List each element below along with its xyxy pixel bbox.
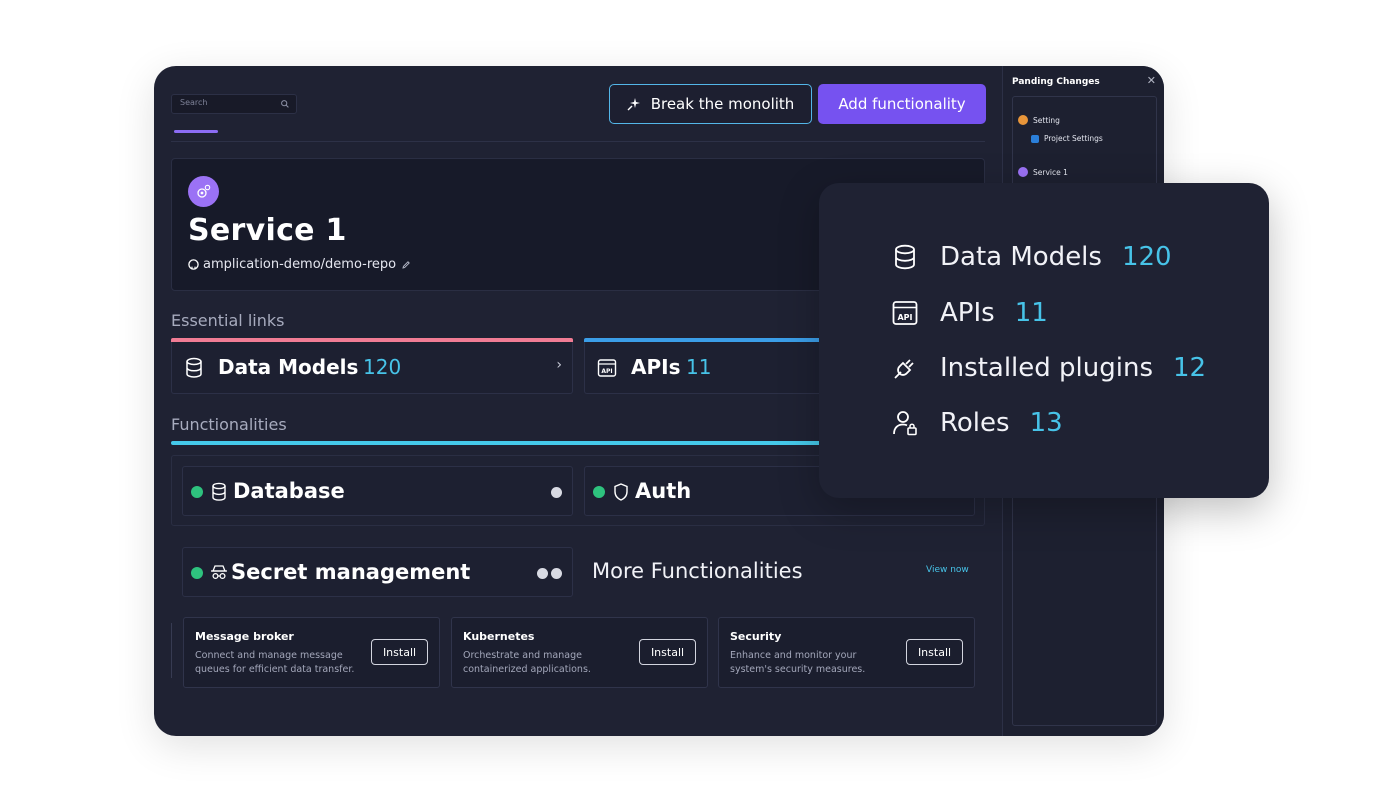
status-dot xyxy=(593,486,605,498)
data-models-count: 120 xyxy=(1121,242,1172,272)
auth-label: Auth xyxy=(635,479,692,503)
plugin-description: Enhance and monitor your system's securi… xyxy=(730,650,866,675)
plugin-title: Security xyxy=(730,630,782,643)
overlay-label: Data Models 120 xyxy=(940,242,1172,272)
pending-item-setting[interactable]: Setting xyxy=(1018,115,1060,125)
service-title: Service 1 xyxy=(188,213,347,248)
status-dot xyxy=(191,567,203,579)
data-models-bar xyxy=(171,338,573,342)
api-icon: API xyxy=(597,359,617,377)
install-button[interactable]: Install xyxy=(906,639,963,665)
search-icon xyxy=(281,100,289,108)
active-tab-indicator xyxy=(174,130,218,133)
spy-icon xyxy=(211,565,227,580)
edit-icon[interactable] xyxy=(400,259,412,271)
overlay-label: Roles 13 xyxy=(940,408,1063,438)
header-divider xyxy=(171,141,985,142)
plugin-icon xyxy=(551,568,562,579)
chevron-right-icon: › xyxy=(556,357,562,373)
plugin-title: Message broker xyxy=(195,630,294,643)
repo-name: amplication-demo/demo-repo xyxy=(203,257,397,272)
plugin-card-kubernetes: Kubernetes Orchestrate and manage contai… xyxy=(451,617,708,688)
stage: Search Break the monolith Add functional… xyxy=(0,0,1400,801)
overlay-label: Installed plugins 12 xyxy=(940,353,1206,383)
add-functionality-button[interactable]: Add functionality xyxy=(818,84,986,124)
gear-icon xyxy=(197,184,211,198)
database-icon xyxy=(186,357,202,378)
pending-item-service-1[interactable]: Service 1 xyxy=(1018,167,1068,177)
apis-count: 11 xyxy=(1014,298,1048,328)
apis-label: APIs xyxy=(631,355,681,379)
pending-changes-title: Panding Changes xyxy=(1012,77,1100,87)
api-icon: API xyxy=(892,301,918,325)
settings-icon xyxy=(1031,134,1039,143)
database-icon xyxy=(212,482,226,501)
data-models-link[interactable]: Data Models 120 › xyxy=(171,338,573,394)
pending-item-label: Setting xyxy=(1033,115,1060,125)
service-icon xyxy=(1018,167,1028,177)
installed-plugins-count: 12 xyxy=(1173,353,1207,383)
search-input[interactable]: Search xyxy=(171,94,297,114)
database-label: Database xyxy=(233,479,345,503)
overlay-row-apis: API APIs 11 xyxy=(891,296,1048,330)
sparkle-icon xyxy=(627,98,640,111)
roles-count: 13 xyxy=(1029,408,1063,438)
plugin-description: Connect and manage message queues for ef… xyxy=(195,650,355,675)
functionalities-label: Functionalities xyxy=(171,415,287,434)
status-dot xyxy=(191,486,203,498)
stats-overlay: Data Models 120 API APIs 11 Installed plug… xyxy=(819,183,1269,498)
roles-text: Roles xyxy=(940,408,1010,438)
service-avatar xyxy=(188,176,219,207)
data-models-text: Data Models xyxy=(940,242,1102,272)
github-icon xyxy=(188,259,199,270)
pending-item-project-settings[interactable]: Project Settings xyxy=(1031,134,1103,143)
service-repo[interactable]: amplication-demo/demo-repo xyxy=(188,257,412,272)
user-lock-icon xyxy=(893,411,917,436)
shield-icon xyxy=(614,483,628,501)
break-monolith-button[interactable]: Break the monolith xyxy=(609,84,812,124)
secret-management-label: Secret management xyxy=(231,560,471,584)
view-now-link[interactable]: View now xyxy=(926,565,969,575)
close-icon[interactable]: ✕ xyxy=(1147,74,1156,87)
essential-links-label: Essential links xyxy=(171,311,285,330)
secret-management-functionality[interactable]: Secret management xyxy=(182,547,573,597)
data-models-count: 120 xyxy=(363,355,402,379)
break-monolith-label: Break the monolith xyxy=(650,95,795,113)
install-button[interactable]: Install xyxy=(371,639,428,665)
data-models-label: Data Models xyxy=(218,355,359,379)
plugin-card-security: Security Enhance and monitor your system… xyxy=(718,617,975,688)
svg-text:API: API xyxy=(601,368,612,375)
overlay-row-data-models: Data Models 120 xyxy=(891,240,1172,274)
search-placeholder: Search xyxy=(180,98,208,107)
divider xyxy=(171,623,172,678)
plugin-icon xyxy=(537,568,548,579)
database-icon xyxy=(895,244,915,270)
installed-plugins-text: Installed plugins xyxy=(940,353,1153,383)
setting-icon xyxy=(1018,115,1028,125)
plugin-icon xyxy=(551,487,562,498)
plugin-title: Kubernetes xyxy=(463,630,535,643)
pending-item-label: Service 1 xyxy=(1033,167,1068,177)
plugin-description: Orchestrate and manage containerized app… xyxy=(463,650,591,675)
install-button[interactable]: Install xyxy=(639,639,696,665)
apis-count: 11 xyxy=(686,355,712,379)
plugin-card-message-broker: Message broker Connect and manage messag… xyxy=(183,617,440,688)
overlay-label: APIs 11 xyxy=(940,298,1048,328)
database-functionality[interactable]: Database xyxy=(182,466,573,516)
overlay-row-installed-plugins: Installed plugins 12 xyxy=(891,351,1206,385)
apis-text: APIs xyxy=(940,298,995,328)
pending-item-label: Project Settings xyxy=(1044,134,1103,143)
svg-text:API: API xyxy=(897,313,912,322)
plug-icon xyxy=(894,359,914,379)
overlay-row-roles: Roles 13 xyxy=(891,406,1063,440)
more-functionalities-title: More Functionalities xyxy=(592,559,803,583)
